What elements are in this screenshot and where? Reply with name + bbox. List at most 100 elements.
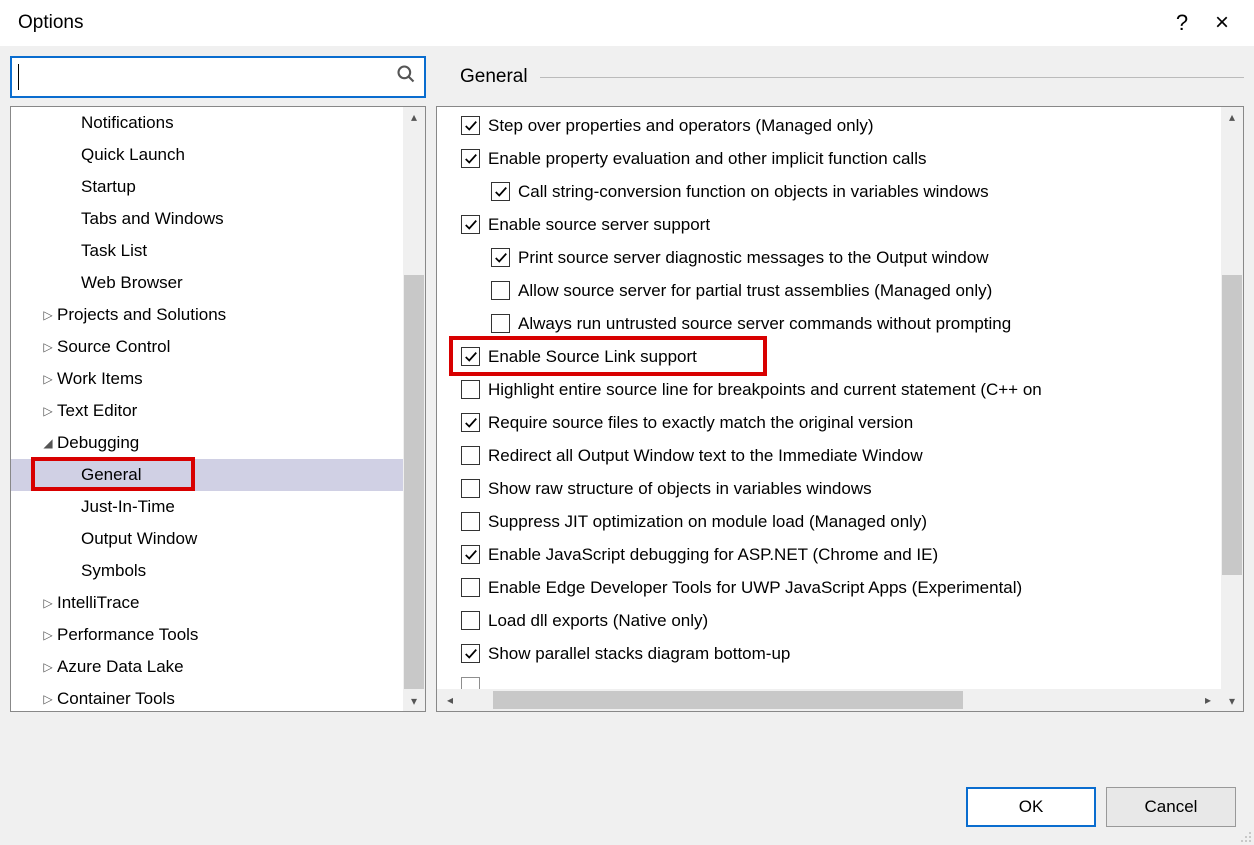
setting-label: Suppress JIT optimization on module load… [488,512,927,532]
tree-item-label: Output Window [81,529,197,549]
checkbox[interactable] [461,578,480,597]
settings-hscrollbar[interactable]: ◂ ▸ [437,689,1221,711]
setting-row[interactable]: Enable Source Link support [441,340,1221,373]
checkbox[interactable] [461,677,480,689]
scroll-down-icon[interactable]: ▾ [1221,691,1243,711]
tree-item-startup[interactable]: Startup [11,171,425,203]
tree-scrollbar[interactable]: ▴ ▾ [403,107,425,711]
checkbox[interactable] [461,413,480,432]
tree-item-intellitrace[interactable]: ▷IntelliTrace [11,587,425,619]
tree-item-label: Work Items [57,369,143,389]
setting-row[interactable]: Show raw structure of objects in variabl… [441,472,1221,505]
tree-scroll-thumb[interactable] [404,275,424,689]
setting-row[interactable]: Enable source server support [441,208,1221,241]
setting-label: Show parallel stacks diagram bottom-up [488,644,790,664]
tree-item-quick-launch[interactable]: Quick Launch [11,139,425,171]
ok-button[interactable]: OK [966,787,1096,827]
setting-label: Highlight entire source line for breakpo… [488,380,1042,400]
collapsed-icon[interactable]: ▷ [41,596,55,610]
checkbox[interactable] [461,644,480,663]
checkbox[interactable] [461,149,480,168]
tree-item-azure-data-lake[interactable]: ▷Azure Data Lake [11,651,425,683]
setting-row[interactable]: Step over properties and operators (Mana… [441,109,1221,142]
checkbox[interactable] [461,116,480,135]
scroll-up-icon[interactable]: ▴ [1221,107,1243,127]
setting-row[interactable]: Enable JavaScript debugging for ASP.NET … [441,538,1221,571]
checkbox[interactable] [461,479,480,498]
tree-item-work-items[interactable]: ▷Work Items [11,363,425,395]
setting-row[interactable]: Allow source server for partial trust as… [441,274,1221,307]
setting-row[interactable]: Enable property evaluation and other imp… [441,142,1221,175]
checkbox[interactable] [461,215,480,234]
collapsed-icon[interactable]: ▷ [41,372,55,386]
checkbox[interactable] [491,182,510,201]
tree-item-output-window[interactable]: Output Window [11,523,425,555]
checkbox[interactable] [461,512,480,531]
checkbox[interactable] [491,248,510,267]
setting-row[interactable]: Call string-conversion function on objec… [441,175,1221,208]
scroll-right-icon[interactable]: ▸ [1195,689,1221,711]
collapsed-icon[interactable]: ▷ [41,628,55,642]
checkbox[interactable] [491,314,510,333]
tree-item-label: Debugging [57,433,139,453]
setting-row[interactable]: Highlight entire source line for breakpo… [441,373,1221,406]
checkbox[interactable] [461,545,480,564]
setting-row[interactable]: Redirect all Output Window text to the I… [441,439,1221,472]
settings-panel: Step over properties and operators (Mana… [436,106,1244,712]
setting-row[interactable]: Require source files to exactly match th… [441,406,1221,439]
help-button[interactable]: ? [1162,10,1202,36]
scroll-left-icon[interactable]: ◂ [437,689,463,711]
tree-item-web-browser[interactable]: Web Browser [11,267,425,299]
setting-row[interactable]: Enable Edge Developer Tools for UWP Java… [441,571,1221,604]
collapsed-icon[interactable]: ▷ [41,692,55,706]
checkbox[interactable] [461,611,480,630]
tree-item-performance-tools[interactable]: ▷Performance Tools [11,619,425,651]
setting-row[interactable]: Show parallel stacks diagram bottom-up [441,637,1221,670]
tree-item-label: Startup [81,177,136,197]
checkbox[interactable] [461,380,480,399]
checkbox[interactable] [461,347,480,366]
checkbox[interactable] [491,281,510,300]
tree-item-debugging[interactable]: ◢Debugging [11,427,425,459]
cancel-button[interactable]: Cancel [1106,787,1236,827]
search-input[interactable] [12,65,388,89]
collapsed-icon[interactable]: ▷ [41,308,55,322]
checkbox[interactable] [461,446,480,465]
tree-item-label: Task List [81,241,147,261]
tree-item-source-control[interactable]: ▷Source Control [11,331,425,363]
setting-row[interactable]: Ignore GPU memory access exceptions if t… [441,670,1221,689]
setting-row[interactable]: Print source server diagnostic messages … [441,241,1221,274]
setting-row[interactable]: Load dll exports (Native only) [441,604,1221,637]
search-icon[interactable] [388,64,424,90]
tree-item-task-list[interactable]: Task List [11,235,425,267]
setting-label: Load dll exports (Native only) [488,611,708,631]
settings-hscroll-thumb[interactable] [493,691,963,709]
tree-item-tabs-and-windows[interactable]: Tabs and Windows [11,203,425,235]
tree-item-text-editor[interactable]: ▷Text Editor [11,395,425,427]
collapsed-icon[interactable]: ▷ [41,404,55,418]
setting-row[interactable]: Always run untrusted source server comma… [441,307,1221,340]
tree-item-just-in-time[interactable]: Just-In-Time [11,491,425,523]
close-button[interactable]: × [1202,9,1242,37]
setting-label: Step over properties and operators (Mana… [488,116,874,136]
scroll-up-icon[interactable]: ▴ [403,107,425,127]
tree-item-label: Quick Launch [81,145,185,165]
tree-item-general[interactable]: General [11,459,425,491]
resize-grip-icon[interactable] [1238,829,1252,843]
settings-vscroll-thumb[interactable] [1222,275,1242,575]
tree-item-projects-and-solutions[interactable]: ▷Projects and Solutions [11,299,425,331]
settings-vscrollbar[interactable]: ▴ ▾ [1221,107,1243,711]
expanded-icon[interactable]: ◢ [41,436,55,450]
tree-item-label: Azure Data Lake [57,657,184,677]
search-input-container[interactable] [10,56,426,98]
collapsed-icon[interactable]: ▷ [41,340,55,354]
setting-row[interactable]: Suppress JIT optimization on module load… [441,505,1221,538]
tree-item-container-tools[interactable]: ▷Container Tools [11,683,425,712]
tree-item-notifications[interactable]: Notifications [11,107,425,139]
setting-label: Call string-conversion function on objec… [518,182,989,202]
scroll-down-icon[interactable]: ▾ [403,691,425,711]
tree-item-label: Text Editor [57,401,137,421]
options-tree[interactable]: Notifications Quick Launch Startup Tabs and… [10,106,426,712]
collapsed-icon[interactable]: ▷ [41,660,55,674]
tree-item-symbols[interactable]: Symbols [11,555,425,587]
